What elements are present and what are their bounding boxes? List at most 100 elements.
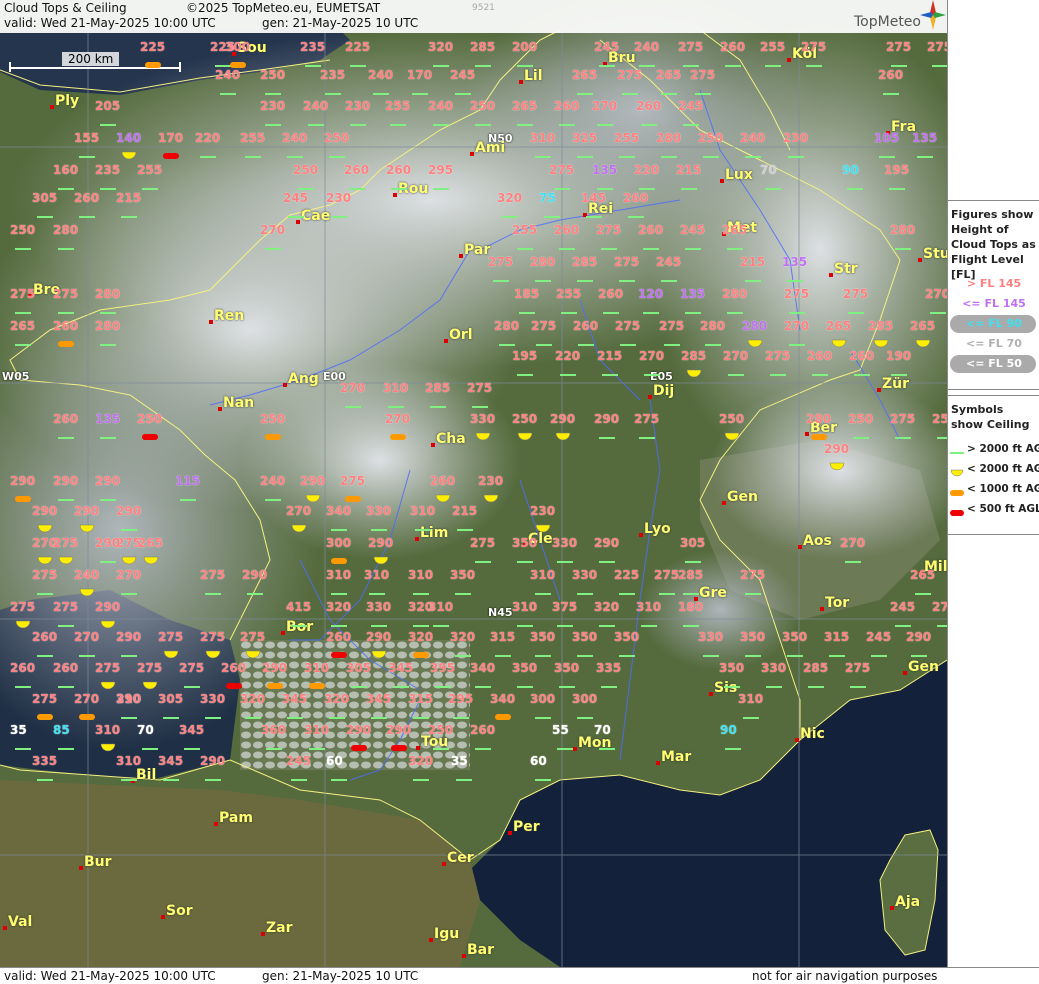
cloud-top-value: 290: [906, 630, 932, 644]
cloud-top-value: 280: [494, 319, 520, 333]
ceiling-high-line-icon: [536, 333, 552, 352]
cloud-top-value: 290: [594, 412, 620, 426]
ceiling-high-line-icon: [850, 675, 866, 694]
cloud-top-value: 245: [656, 255, 682, 269]
ceiling-high-line-icon: [577, 644, 593, 663]
ceiling-half-circle-icon: [100, 614, 116, 633]
ceiling-high-line-icon: [502, 205, 518, 224]
cloud-top-value: 310: [383, 381, 409, 395]
city-marker: [903, 671, 907, 675]
legend-level-label: > FL 145: [966, 277, 1022, 290]
cloud-top-value: 310: [304, 661, 330, 675]
cloud-top-value: 290: [594, 536, 620, 550]
cloud-top-value: 250: [470, 99, 496, 113]
cloud-top-value: 285: [678, 568, 704, 582]
cloud-top-value: 350: [719, 661, 745, 675]
ceiling-high-line-icon: [265, 488, 281, 507]
ceiling-half-circle-icon: [724, 426, 740, 445]
cloud-top-value: 275: [488, 255, 514, 269]
cloud-top-value: 275: [932, 600, 947, 614]
cloud-top-value: 300: [326, 536, 352, 550]
cloud-top-value: 260: [74, 191, 100, 205]
cloud-top-value: 340: [470, 661, 496, 675]
cloud-top-value: 240: [282, 131, 308, 145]
cloud-top-value: 310: [512, 600, 538, 614]
cloud-top-value: 270: [925, 287, 947, 301]
ceiling-high-line-icon: [15, 675, 31, 694]
city-label: Cae: [301, 208, 331, 224]
city-marker: [508, 831, 512, 835]
cloud-top-value: 295: [428, 163, 454, 177]
city-marker: [459, 254, 463, 258]
cloud-top-value: 215: [676, 163, 702, 177]
cloud-top-value: 350: [740, 630, 766, 644]
cloud-top-value: 330: [552, 536, 578, 550]
city-marker: [798, 545, 802, 549]
ceiling-very-low-bar-icon: [142, 426, 158, 445]
ceiling-high-line-icon: [455, 644, 471, 663]
ceiling-high-line-icon: [535, 644, 551, 663]
ceiling-high-line-icon: [577, 82, 593, 101]
cloud-top-value: 195: [512, 349, 538, 363]
city-marker: [890, 906, 894, 910]
city-marker: [519, 80, 523, 84]
ceiling-high-line-icon: [415, 518, 431, 537]
ceiling-high-line-icon: [557, 550, 573, 569]
cloud-top-value: 265: [512, 99, 538, 113]
cloud-top-value: 250: [10, 223, 36, 237]
cloud-top-value: 230: [478, 474, 504, 488]
cloud-top-value: 270: [74, 692, 100, 706]
ceiling-half-circle-icon: [79, 518, 95, 537]
cloud-top-value: 255: [760, 40, 786, 54]
cloud-top-value: 300: [530, 692, 556, 706]
cloud-tops-map[interactable]: N50 E00 E05 N45 W05 Sou Lil Bru Köl Ply Ami Fra Rou…: [0, 0, 947, 967]
cloud-top-value: 75: [539, 191, 556, 205]
cloud-top-value: 140: [116, 131, 142, 145]
cloud-top-value: 300: [225, 40, 251, 54]
city-marker: [415, 537, 419, 541]
city-label: Lux: [725, 167, 753, 183]
generated-time: gen: 21-May-2025 10 UTC: [262, 16, 419, 30]
cloud-top-value: 320: [408, 754, 434, 768]
cloud-top-value: 70: [594, 723, 611, 737]
cloud-top-value: 260: [573, 319, 599, 333]
ceiling-high-line-icon: [683, 582, 699, 601]
city-label: Ami: [475, 140, 506, 156]
cloud-top-value: 245: [286, 754, 312, 768]
ceiling-high-line-icon: [413, 582, 429, 601]
valid-time: valid: Wed 21-May-2025 10:00 UTC: [4, 16, 216, 30]
ceiling-high-line-icon: [911, 644, 927, 663]
ceiling-low-bar-icon: [267, 675, 283, 694]
ceiling-high-line-icon: [728, 363, 744, 382]
cloud-top-value: 350: [554, 661, 580, 675]
ceiling-high-line-icon: [329, 706, 345, 725]
cloud-top-value: 265: [572, 68, 598, 82]
cloud-top-value: 305: [158, 692, 184, 706]
ceiling-low-bar-icon: [331, 550, 347, 569]
footer-disclaimer: not for air navigation purposes: [752, 969, 938, 983]
figures-legend: Figures show Height of Cloud Tops as Fli…: [948, 200, 1039, 390]
ceiling-high-line-icon: [577, 706, 593, 725]
cloud-top-value: 135: [680, 287, 706, 301]
cloud-top-value: 275: [740, 568, 766, 582]
ceiling-high-line-icon: [643, 237, 659, 256]
ceiling-high-line-icon: [287, 706, 303, 725]
ceiling-high-line-icon: [37, 644, 53, 663]
city-label: Aja: [895, 894, 921, 910]
ceiling-high-line-icon: [847, 177, 863, 196]
city-label: Stu: [923, 246, 947, 262]
cloud-top-value: 285: [681, 349, 707, 363]
cloud-top-value: 220: [195, 131, 221, 145]
cloud-top-value: 160: [53, 163, 79, 177]
ceiling-high-line-icon: [639, 426, 655, 445]
ceiling-half-circle-icon: [142, 675, 158, 694]
cloud-top-value: 310: [408, 568, 434, 582]
ceiling-high-line-icon: [58, 488, 74, 507]
ceiling-high-line-icon: [578, 333, 594, 352]
ceiling-high-line-icon: [100, 113, 116, 132]
city-label: Dij: [653, 383, 675, 399]
legend-symbol-label: < 500 ft AGL: [967, 503, 1039, 515]
ceiling-high-line-icon: [854, 363, 870, 382]
cloud-top-value: 270: [286, 504, 312, 518]
city-label: Gre: [699, 585, 727, 601]
